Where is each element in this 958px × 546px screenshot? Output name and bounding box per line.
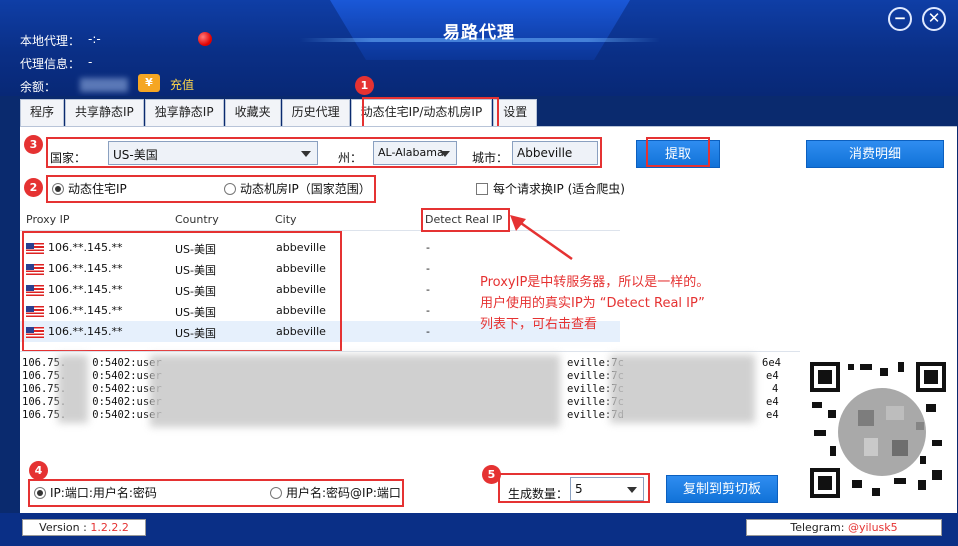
tab-history-proxy[interactable]: 历史代理 (281, 99, 350, 126)
output-line: 106.75. 0:5402:user (22, 383, 162, 395)
output-tail: e4 (766, 409, 779, 421)
telegram-label: Telegram: (790, 521, 848, 534)
badge-1: 1 (355, 76, 374, 95)
minimize-icon[interactable]: − (888, 7, 912, 31)
balance-label: 余额： (20, 80, 57, 94)
qr-code-icon (808, 360, 948, 500)
local-proxy-info: 本地代理： -:- (20, 32, 101, 49)
consumption-detail-button[interactable]: 消费明细 (806, 140, 944, 168)
main-panel: 国家： US-美国 州： AL-Alabama 城市： Abbeville 3 … (20, 126, 957, 513)
telegram-value: @yilusk5 (847, 521, 898, 534)
badge-4: 4 (29, 461, 48, 480)
version-box: Version : 1.2.2.2 (22, 519, 146, 536)
output-line: 106.75. 0:5402:user (22, 396, 162, 408)
telegram-box[interactable]: Telegram: @yilusk5 (746, 519, 942, 536)
badge-5: 5 (482, 465, 501, 484)
proxy-info: 代理信息： - (20, 55, 92, 72)
checkbox-box-icon (476, 182, 488, 195)
close-icon[interactable]: ✕ (922, 7, 946, 31)
status-dot-icon (198, 32, 212, 46)
badge-2: 2 (24, 178, 43, 197)
checkbox-per-request-label: 每个请求换IP (适合爬虫) (493, 182, 625, 196)
output-redacted-ip (58, 355, 88, 423)
coin-icon[interactable]: ¥ (138, 74, 160, 92)
proxy-info-value: - (88, 55, 93, 69)
copy-clipboard-button[interactable]: 复制到剪切板 (666, 475, 778, 503)
output-tail: e4 (766, 396, 779, 408)
annotation-line-3: 列表下，可右击查看 (480, 317, 598, 332)
local-proxy-value: -:- (88, 32, 101, 46)
output-line: 106.75. 0:5402:user (22, 409, 162, 421)
cell-real-ip: - (426, 283, 430, 296)
qr-code (808, 360, 948, 500)
highlight-tab (362, 97, 499, 128)
annotation-arrow-icon (510, 215, 573, 261)
highlight-rows (22, 231, 342, 352)
tab-shared-static-ip[interactable]: 共享静态IP (65, 99, 144, 126)
cell-real-ip: - (426, 241, 430, 254)
th-city[interactable]: City (275, 213, 297, 226)
highlight-count (498, 473, 650, 503)
balance-value-redacted (80, 78, 128, 92)
recharge-link[interactable]: 充值 (170, 76, 194, 93)
annotation-text: ProxyIP是中转服务器，所以是一样的。 用户使用的真实IP为 “Detect… (480, 272, 709, 335)
local-proxy-label: 本地代理： (20, 34, 81, 48)
cell-real-ip: - (426, 304, 430, 317)
highlight-ip-type (46, 175, 376, 203)
output-tail: 6e4 (762, 357, 781, 369)
highlight-filters (46, 137, 602, 168)
cell-real-ip: - (426, 262, 430, 275)
checkbox-per-request[interactable]: 每个请求换IP (适合爬虫) (476, 180, 625, 197)
th-country[interactable]: Country (175, 213, 219, 226)
title-bar: 易路代理 − ✕ 本地代理： -:- 代理信息： - 余额： ¥ 充值 (0, 0, 958, 96)
highlight-extract (646, 137, 710, 167)
tab-favorites[interactable]: 收藏夹 (224, 99, 281, 126)
output-tail: e4 (766, 370, 779, 382)
badge-3: 3 (24, 135, 43, 154)
th-proxy-ip[interactable]: Proxy IP (26, 213, 70, 226)
annotation-line-2: 用户使用的真实IP为 “Detect Real IP” (480, 296, 705, 311)
output-line: 106.75. 0:5402:user (22, 357, 162, 369)
proxy-info-label: 代理信息： (20, 57, 81, 71)
highlight-format (28, 479, 404, 507)
output-redacted-session (610, 355, 755, 423)
output-redacted-credentials (150, 355, 560, 427)
version-value: 1.2.2.2 (90, 521, 129, 534)
output-tail: 4 (772, 383, 779, 395)
annotation-line-1: ProxyIP是中转服务器，所以是一样的。 (480, 275, 710, 290)
app-title: 易路代理 (443, 23, 515, 43)
tab-program[interactable]: 程序 (20, 99, 65, 126)
cell-real-ip: - (426, 325, 430, 338)
tab-settings[interactable]: 设置 (493, 99, 538, 126)
tab-dedicated-static-ip[interactable]: 独享静态IP (144, 99, 224, 126)
highlight-detect-real-ip (421, 208, 510, 232)
version-label: Version : (39, 521, 91, 534)
output-line: 106.75. 0:5402:user (22, 370, 162, 382)
